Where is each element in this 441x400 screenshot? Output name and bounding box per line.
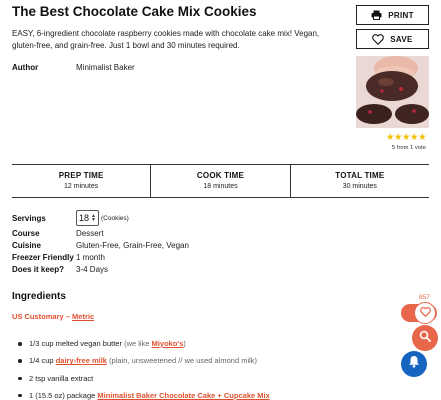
save-button-label: SAVE: [390, 34, 413, 44]
printer-icon: [371, 10, 382, 20]
search-icon: [419, 329, 431, 347]
save-button[interactable]: SAVE: [356, 29, 429, 49]
list-item: 1 (15.5 oz) package Minimalist Baker Cho…: [18, 387, 270, 400]
servings-label: Servings: [12, 214, 46, 223]
ingredient-link[interactable]: Miyoko's: [152, 339, 184, 348]
unit-separator: –: [65, 312, 70, 321]
ingredient-link[interactable]: dairy-free milk: [56, 356, 107, 365]
rating-text: 5 from 1 vote: [392, 145, 426, 151]
keep-value: 3-4 Days: [76, 265, 109, 274]
recipe-photo[interactable]: [356, 56, 429, 128]
list-item: 1/3 cup melted vegan butter (we like Miy…: [18, 335, 270, 352]
total-time: TOTAL TIME 30 minutes: [289, 165, 429, 197]
notification-button[interactable]: [401, 351, 427, 377]
bell-icon: [408, 355, 420, 373]
favorites-count: 857: [419, 294, 430, 301]
recipe-description: EASY, 6-ingredient chocolate raspberry c…: [12, 29, 320, 50]
servings-input[interactable]: 18 ▲ ▼: [76, 210, 99, 226]
author-name: Minimalist Baker: [76, 63, 135, 72]
list-item: 2 tsp vanilla extract: [18, 370, 270, 387]
ingredient-note: (plain, unsweetened // we used almond mi…: [109, 356, 258, 366]
ingredient-text: 1 (15.5 oz) package: [29, 390, 98, 400]
print-button-label: PRINT: [388, 10, 414, 20]
heart-icon: [372, 33, 385, 45]
ingredient-text: 1/4 cup: [29, 356, 56, 366]
cuisine-value: Gluten-Free, Grain-Free, Vegan: [76, 241, 189, 250]
ingredient-note: (we like: [124, 339, 152, 348]
unit-toggle: US Customary – Metric: [12, 312, 94, 321]
cook-time: COOK TIME 18 minutes: [150, 165, 289, 197]
ingredient-text: 2 tsp vanilla extract: [29, 373, 94, 383]
prep-time-value: 12 minutes: [64, 183, 99, 190]
ingredient-note-end: ): [183, 339, 186, 348]
heart-icon: [419, 304, 431, 322]
rating-stars[interactable]: ★★★★★: [386, 132, 427, 143]
recipe-times: PREP TIME 12 minutes COOK TIME 18 minute…: [12, 164, 429, 198]
list-item: 1/4 cup dairy-free milk (plain, unsweete…: [18, 352, 270, 369]
metric-link[interactable]: Metric: [72, 312, 94, 321]
course-label: Course: [12, 229, 40, 238]
cook-time-label: COOK TIME: [196, 171, 245, 180]
ingredient-text: 1/3 cup melted vegan butter: [29, 339, 122, 348]
recipe-title: The Best Chocolate Cake Mix Cookies: [12, 4, 257, 19]
ingredient-link[interactable]: Minimalist Baker Chocolate Cake + Cupcak…: [97, 391, 269, 400]
cuisine-label: Cuisine: [12, 241, 41, 250]
servings-value: 18: [79, 213, 90, 223]
prep-time: PREP TIME 12 minutes: [12, 165, 150, 197]
servings-unit: (Cookies): [101, 215, 129, 222]
print-button[interactable]: PRINT: [356, 5, 429, 25]
us-customary-option[interactable]: US Customary: [12, 312, 64, 321]
favorite-button[interactable]: [414, 302, 436, 324]
total-time-label: TOTAL TIME: [335, 171, 385, 180]
search-button[interactable]: [412, 325, 438, 351]
freezer-label: Freezer Friendly: [12, 253, 74, 262]
ingredients-list: 1/3 cup melted vegan butter (we like Miy…: [18, 335, 270, 400]
total-time-value: 30 minutes: [342, 183, 377, 190]
author-label: Author: [12, 63, 39, 72]
course-value: Dessert: [76, 229, 104, 238]
cook-time-value: 18 minutes: [203, 183, 238, 190]
prep-time-label: PREP TIME: [58, 171, 104, 180]
freezer-value: 1 month: [76, 253, 105, 262]
keep-label: Does it keep?: [12, 265, 65, 274]
stepper-icon: ▲ ▼: [91, 213, 96, 223]
ingredients-heading: Ingredients: [12, 291, 66, 302]
